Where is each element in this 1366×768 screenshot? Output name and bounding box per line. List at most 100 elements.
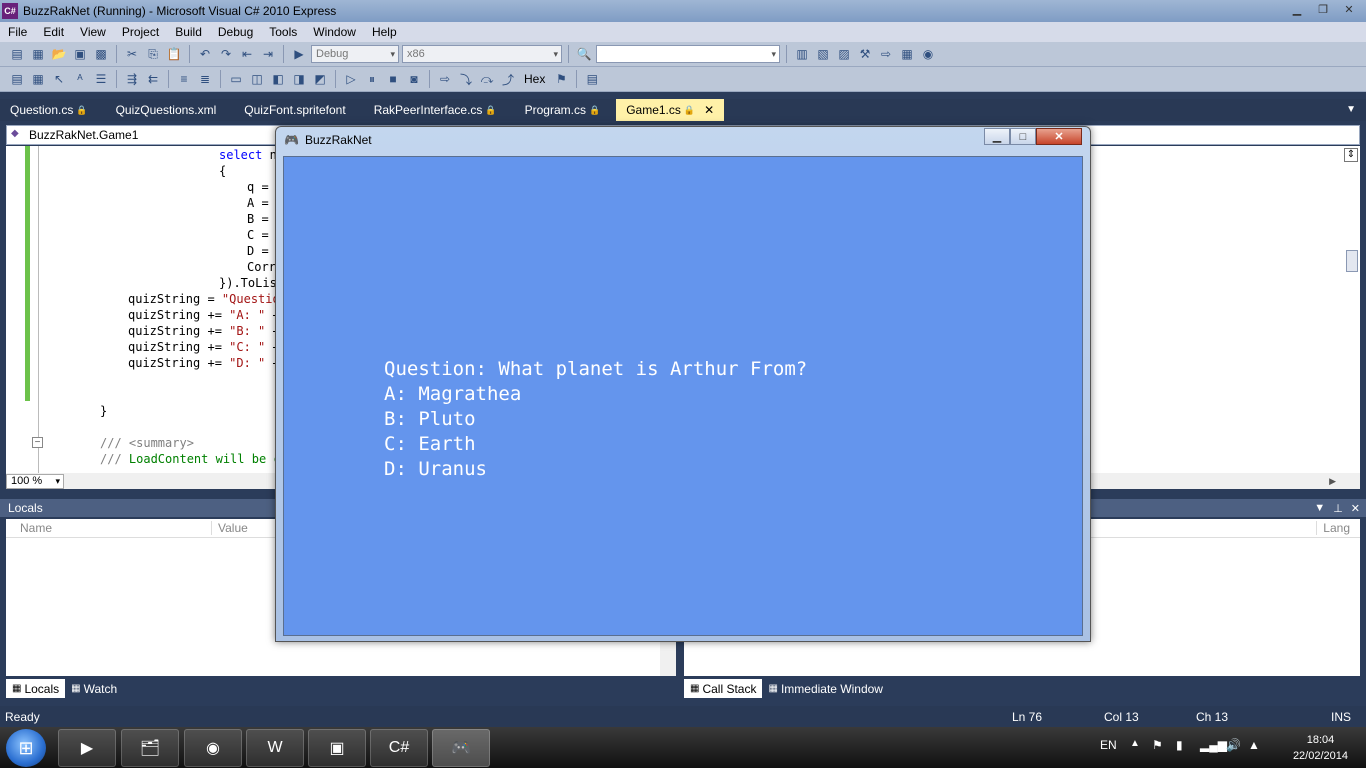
start-button[interactable]: ⊞ (6, 729, 46, 767)
comment-icon[interactable]: ≡ (175, 70, 193, 88)
tab-rakpeerinterface-cs[interactable]: RakPeerInterface.cs 🔒 (364, 99, 507, 121)
tab-quizquestions-xml[interactable]: QuizQuestions.xml (106, 99, 227, 121)
menu-file[interactable]: File (0, 25, 35, 39)
minimize-icon[interactable]: ▁ (1286, 1, 1308, 17)
start-debugging-icon[interactable]: ▶ (290, 45, 308, 63)
menu-project[interactable]: Project (114, 25, 167, 39)
taskbar-clock[interactable]: 18:04 22/02/2014 (1293, 732, 1348, 764)
tab-immediate-window[interactable]: ▦ Immediate Window (762, 679, 889, 698)
zoom-select[interactable]: 100 % (6, 473, 64, 489)
cut-icon[interactable]: ✂ (123, 45, 141, 63)
paste-icon[interactable]: 📋 (165, 45, 183, 63)
close-icon[interactable]: ✕ (1036, 128, 1082, 145)
word-icon[interactable]: W (246, 729, 304, 767)
column-name[interactable]: Name (20, 521, 52, 535)
menu-view[interactable]: View (72, 25, 114, 39)
step-into-icon[interactable]: ⤵ (457, 70, 475, 88)
language-indicator[interactable]: EN (1100, 738, 1117, 752)
drive-icon[interactable]: ▲ (1248, 738, 1260, 752)
new-project-icon[interactable]: ▤ (8, 45, 26, 63)
restore-icon[interactable]: ❐ (1312, 1, 1334, 17)
column-type[interactable]: Lang (1316, 521, 1350, 535)
tab-game1-cs[interactable]: Game1.cs 🔒 ✕ (616, 99, 725, 121)
volume-icon[interactable]: 🔊 (1226, 738, 1241, 752)
tab-quizfont-spritefont[interactable]: QuizFont.spritefont (234, 99, 355, 121)
find-combo[interactable] (596, 45, 780, 63)
next-bookmark-icon[interactable]: ◧ (269, 70, 287, 88)
step-over-icon[interactable]: ⤼ (478, 70, 496, 88)
game-title-bar[interactable]: 🎮 BuzzRakNet ▁ □ ✕ (276, 127, 1090, 153)
tab-program-cs[interactable]: Program.cs 🔒 (515, 99, 611, 121)
folder-bookmark-icon[interactable]: ◨ (290, 70, 308, 88)
battery-icon[interactable]: ▮ (1176, 738, 1183, 752)
editor-scrollbar-thumb[interactable] (1346, 250, 1358, 272)
add-item-icon[interactable]: ▦ (29, 45, 47, 63)
output-window-icon[interactable]: ▤ (583, 70, 601, 88)
menu-tools[interactable]: Tools (261, 25, 305, 39)
save-icon[interactable]: ▣ (71, 45, 89, 63)
continue-icon[interactable]: ▷ (342, 70, 360, 88)
list-icon[interactable]: ☰ (92, 70, 110, 88)
game-window[interactable]: 🎮 BuzzRakNet ▁ □ ✕ Question: What planet… (275, 126, 1091, 642)
clear-bookmarks-icon[interactable]: ◩ (311, 70, 329, 88)
bookmark-icon[interactable]: ▭ (227, 70, 245, 88)
find-in-files-icon[interactable]: 🔍 (575, 45, 593, 63)
editor-split-handle[interactable]: ⇕ (1344, 148, 1358, 162)
tab-watch[interactable]: ▦ Watch (65, 679, 123, 698)
solution-platform-select[interactable]: x86 (402, 45, 562, 63)
maximize-icon[interactable]: □ (1010, 128, 1036, 145)
chrome-icon[interactable]: ◉ (184, 729, 242, 767)
minimize-icon[interactable]: ▁ (984, 128, 1010, 145)
game-taskbar-icon[interactable]: 🎮 (432, 729, 490, 767)
network-signal-icon[interactable]: ▂▄▆ (1200, 738, 1227, 752)
uncomment-icon[interactable]: ≣ (196, 70, 214, 88)
hex-toggle[interactable]: Hex (520, 72, 549, 86)
step-out-icon[interactable]: ⤴ (499, 70, 517, 88)
font-icon[interactable]: ᴬ (71, 70, 89, 88)
solution-explorer-icon[interactable]: ▥ (793, 45, 811, 63)
navigate-backward-icon[interactable]: ⇤ (238, 45, 256, 63)
close-icon[interactable]: ✕ (1338, 1, 1360, 17)
action-center-icon[interactable]: ⚑ (1152, 738, 1163, 752)
visual-csharp-taskbar-icon[interactable]: C# (370, 729, 428, 767)
indent-icon[interactable]: ⇶ (123, 70, 141, 88)
break-all-icon[interactable]: ⏸ (363, 70, 381, 88)
chevron-down-icon[interactable]: ▼ (1346, 104, 1356, 115)
menu-window[interactable]: Window (305, 25, 364, 39)
chevron-down-icon[interactable]: ▼ (1314, 502, 1325, 515)
menu-help[interactable]: Help (364, 25, 405, 39)
toolbox-icon[interactable]: ⚒ (856, 45, 874, 63)
show-hidden-icons-icon[interactable]: ▲ (1130, 738, 1140, 749)
object-browser-icon[interactable]: ▨ (835, 45, 853, 63)
outdent-icon[interactable]: ⇇ (144, 70, 162, 88)
tab-locals[interactable]: ▦ Locals (6, 679, 66, 698)
pin-icon[interactable]: ⊥ (1333, 502, 1343, 515)
pointer-icon[interactable]: ↖ (50, 70, 68, 88)
column-value[interactable]: Value (211, 521, 248, 535)
menu-build[interactable]: Build (167, 25, 210, 39)
undo-icon[interactable]: ↶ (196, 45, 214, 63)
menu-debug[interactable]: Debug (210, 25, 261, 39)
computer-icon[interactable]: ▣ (308, 729, 366, 767)
extension-manager-icon[interactable]: ▦ (898, 45, 916, 63)
properties-icon[interactable]: ▧ (814, 45, 832, 63)
open-folder-icon[interactable]: 📂 (50, 45, 68, 63)
stop-debugging-icon[interactable]: ■ (384, 70, 402, 88)
close-tab-icon[interactable]: ✕ (704, 103, 714, 117)
media-player-icon[interactable]: ▶ (58, 729, 116, 767)
redo-icon[interactable]: ↷ (217, 45, 235, 63)
start-page-icon[interactable]: ⇨ (877, 45, 895, 63)
save-all-icon[interactable]: ▩ (92, 45, 110, 63)
game-canvas[interactable]: Question: What planet is Arthur From? A:… (283, 156, 1083, 636)
close-icon[interactable]: ✕ (1351, 502, 1360, 515)
show-next-statement-icon[interactable]: ⇨ (436, 70, 454, 88)
solution-configuration-select[interactable]: Debug (311, 45, 399, 63)
menu-edit[interactable]: Edit (35, 25, 72, 39)
toolbar-item-icon[interactable]: ▤ (8, 70, 26, 88)
navigate-forward-icon[interactable]: ⇥ (259, 45, 277, 63)
toolbar-item-icon[interactable]: ▦ (29, 70, 47, 88)
copy-icon[interactable]: ⎘ (144, 45, 162, 63)
restart-icon[interactable]: ◙ (405, 70, 423, 88)
file-explorer-icon[interactable]: 🗂 (121, 729, 179, 767)
tab-call-stack[interactable]: ▦ Call Stack (684, 679, 763, 698)
